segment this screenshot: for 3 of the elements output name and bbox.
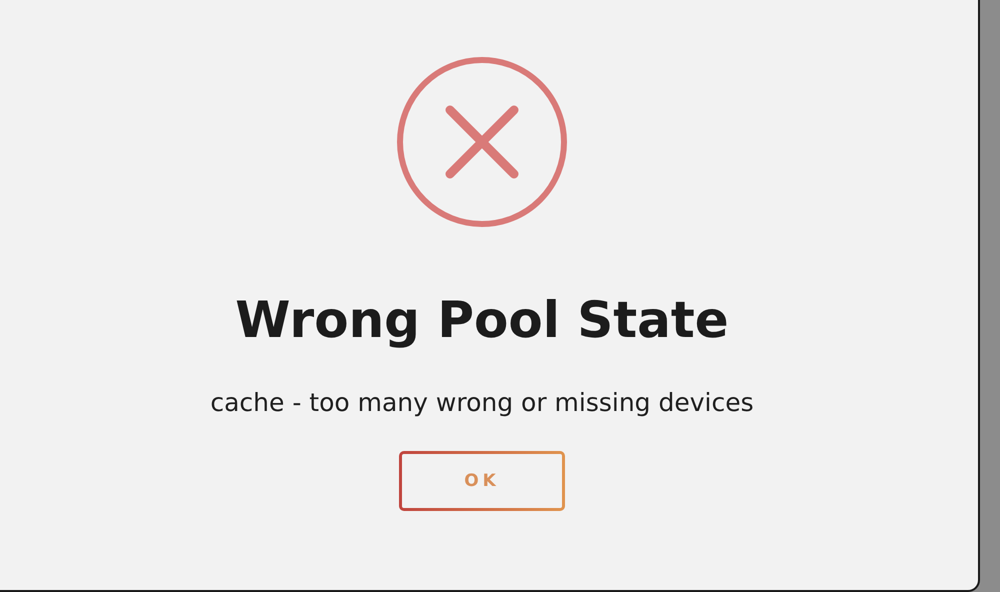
ok-button[interactable]: OK bbox=[399, 451, 565, 511]
dialog-title: Wrong Pool State bbox=[235, 290, 729, 350]
dialog-message: cache - too many wrong or missing devices bbox=[210, 388, 754, 417]
